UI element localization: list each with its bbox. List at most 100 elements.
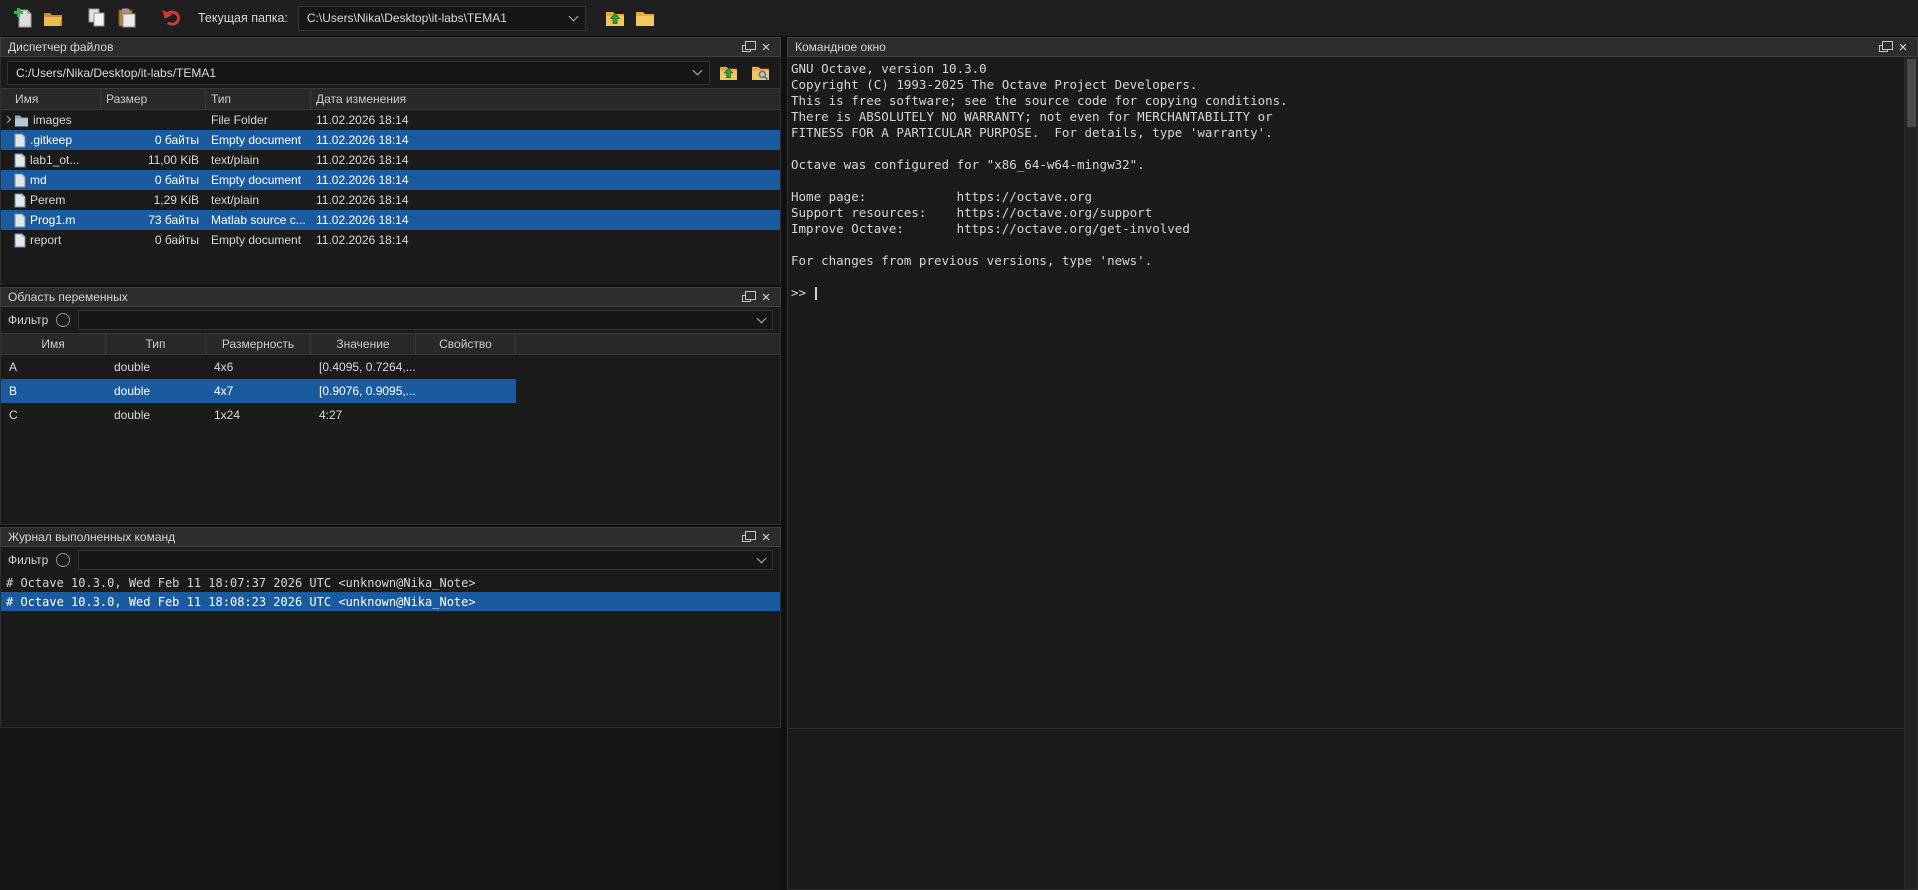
history-entry[interactable]: # Octave 10.3.0, Wed Feb 11 18:07:37 202… <box>1 573 780 592</box>
open-file-button[interactable] <box>38 3 68 33</box>
paste-button[interactable] <box>112 3 142 33</box>
file-table-header: Имя Размер Тип Дата изменения <box>1 88 780 110</box>
current-folder-combo[interactable]: C:\Users\Nika\Desktop\it-labs\TEMA1 <box>298 6 586 31</box>
browse-folder-button[interactable] <box>630 3 660 33</box>
file-name-label: Prog1.m <box>30 213 75 227</box>
folder-up-icon <box>605 10 625 27</box>
command-window-titlebar[interactable]: Командное окно × <box>787 37 1918 57</box>
panel-title: Журнал выполненных команд <box>8 530 736 544</box>
undock-button[interactable] <box>736 288 756 306</box>
column-header-type[interactable]: Тип <box>206 89 311 109</box>
terminal[interactable]: GNU Octave, version 10.3.0Copyright (C) … <box>787 57 1918 890</box>
column-header-size[interactable]: Размер <box>101 89 206 109</box>
copy-icon <box>88 8 106 28</box>
chevron-down-icon <box>568 11 578 21</box>
variable-row[interactable]: B double 4x7 [0.9076, 0.9095,... <box>1 379 516 403</box>
undock-button[interactable] <box>1873 38 1893 56</box>
terminal-line: Support resources: https://octave.org/su… <box>791 205 1899 221</box>
workspace-titlebar[interactable]: Область переменных × <box>0 287 781 307</box>
filter-combo[interactable] <box>78 310 773 330</box>
file-row[interactable]: images File Folder 11.02.2026 18:14 <box>1 110 780 130</box>
undock-icon <box>742 535 751 542</box>
file-row[interactable]: Prog1.m 73 байты Matlab source c... 11.0… <box>1 210 780 230</box>
filter-label: Фильтр <box>8 553 48 567</box>
current-folder-value: C:\Users\Nika\Desktop\it-labs\TEMA1 <box>307 11 570 25</box>
terminal-line <box>791 269 1899 285</box>
file-icon <box>14 213 26 228</box>
filter-checkbox[interactable] <box>56 553 70 567</box>
vertical-splitter[interactable] <box>781 37 787 890</box>
column-header-name[interactable]: Имя <box>1 89 101 109</box>
undo-button[interactable] <box>156 3 186 33</box>
column-header-attribute[interactable]: Свойство <box>416 334 516 354</box>
folder-search-icon <box>751 65 770 81</box>
file-browser-toolbar: C:/Users/Nika/Desktop/it-labs/TEMA1 <box>1 57 780 88</box>
undock-button[interactable] <box>736 38 756 56</box>
file-size-cell: 73 байты <box>101 213 206 227</box>
new-script-icon <box>14 8 33 29</box>
file-browser-titlebar[interactable]: Диспетчер файлов × <box>0 37 781 57</box>
variable-type-cell: double <box>106 408 206 422</box>
file-date-cell: 11.02.2026 18:14 <box>311 133 780 147</box>
file-name-label: .gitkeep <box>30 133 72 147</box>
variable-row[interactable]: A double 4x6 [0.4095, 0.7264,... <box>1 355 516 379</box>
file-name-cell: md <box>1 170 101 190</box>
file-icon <box>14 193 26 208</box>
column-header-filler <box>516 334 780 354</box>
column-header-date[interactable]: Дата изменения <box>311 89 780 109</box>
terminal-prompt-line[interactable]: >> <box>791 285 1899 301</box>
file-row[interactable]: md 0 байты Empty document 11.02.2026 18:… <box>1 170 780 190</box>
column-header-name[interactable]: Имя <box>1 334 106 354</box>
text-cursor <box>815 287 817 300</box>
copy-button[interactable] <box>82 3 112 33</box>
history-titlebar[interactable]: Журнал выполненных команд × <box>0 527 781 547</box>
folder-up-button[interactable] <box>600 3 630 33</box>
close-button[interactable]: × <box>756 288 776 306</box>
column-header-type[interactable]: Тип <box>106 334 206 354</box>
file-size-cell: 1,29 KiB <box>101 193 206 207</box>
current-folder-label: Текущая папка: <box>198 11 288 25</box>
vertical-scrollbar[interactable] <box>1904 57 1917 889</box>
undock-button[interactable] <box>736 528 756 546</box>
chevron-down-icon <box>757 313 767 323</box>
file-date-cell: 11.02.2026 18:14 <box>311 113 780 127</box>
directory-up-button[interactable] <box>715 61 742 85</box>
file-row[interactable]: report 0 байты Empty document 11.02.2026… <box>1 230 780 250</box>
file-row[interactable]: Perem 1,29 KiB text/plain 11.02.2026 18:… <box>1 190 780 210</box>
file-date-cell: 11.02.2026 18:14 <box>311 213 780 227</box>
file-icon <box>14 233 26 248</box>
close-button[interactable]: × <box>756 528 776 546</box>
terminal-line <box>791 173 1899 189</box>
file-date-cell: 11.02.2026 18:14 <box>311 173 780 187</box>
close-button[interactable]: × <box>1893 38 1913 56</box>
file-row[interactable]: .gitkeep 0 байты Empty document 11.02.20… <box>1 130 780 150</box>
scrollbar-thumb[interactable] <box>1907 59 1916 127</box>
directory-address-combo[interactable]: C:/Users/Nika/Desktop/it-labs/TEMA1 <box>7 61 710 85</box>
file-icon <box>14 153 26 168</box>
terminal-line: Octave was configured for "x86_64-w64-mi… <box>791 157 1899 173</box>
file-name-cell: Prog1.m <box>1 210 101 230</box>
file-size-cell: 0 байты <box>101 173 206 187</box>
file-type-cell: Empty document <box>206 173 311 187</box>
workspace-filter-row: Фильтр <box>1 307 780 333</box>
new-script-button[interactable] <box>8 3 38 33</box>
horizontal-splitter-1[interactable] <box>0 285 781 287</box>
variable-value-cell: 4:27 <box>311 408 416 422</box>
filter-checkbox[interactable] <box>56 313 70 327</box>
file-size-cell: 0 байты <box>101 133 206 147</box>
browser-actions-button[interactable] <box>747 61 774 85</box>
directory-address-value: C:/Users/Nika/Desktop/it-labs/TEMA1 <box>16 66 694 80</box>
variable-type-cell: double <box>106 360 206 374</box>
close-button[interactable]: × <box>756 38 776 56</box>
expand-arrow-icon[interactable] <box>4 116 11 123</box>
history-entry[interactable]: # Octave 10.3.0, Wed Feb 11 18:08:23 202… <box>1 592 780 611</box>
variable-row[interactable]: C double 1x24 4:27 <box>1 403 516 427</box>
column-header-value[interactable]: Значение <box>311 334 416 354</box>
horizontal-splitter-2[interactable] <box>0 525 781 527</box>
variable-value-cell: [0.9076, 0.9095,... <box>311 384 416 398</box>
filter-combo[interactable] <box>78 550 773 570</box>
history-filter-row: Фильтр <box>1 547 780 573</box>
column-header-dimension[interactable]: Размерность <box>206 334 311 354</box>
file-row[interactable]: lab1_ot... 11,00 KiB text/plain 11.02.20… <box>1 150 780 170</box>
variable-name-cell: B <box>1 384 106 398</box>
